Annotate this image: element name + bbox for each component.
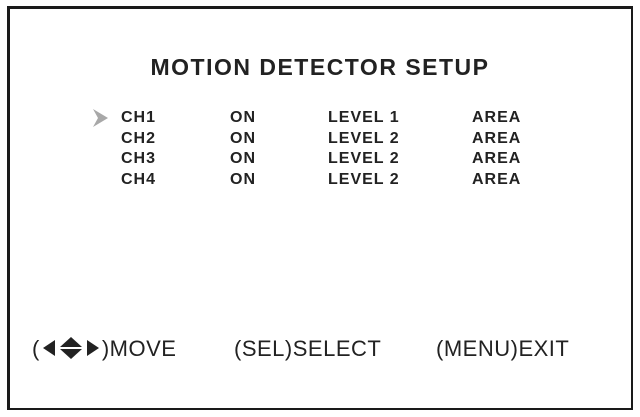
move-hint-close-paren: ) xyxy=(101,336,110,361)
page-title: MOTION DETECTOR SETUP xyxy=(150,54,490,80)
channel-label: CH4 xyxy=(121,170,157,188)
select-hint: (SEL)SELECT xyxy=(234,334,381,364)
channel-label: CH3 xyxy=(121,150,157,167)
sensitivity-level-value[interactable]: LEVEL 2 xyxy=(328,129,400,149)
select-key-label: (SEL) xyxy=(234,336,293,361)
motion-state-value[interactable]: ON xyxy=(230,108,256,128)
channel-row-ch2[interactable]: CH2 ON LEVEL 2 AREA xyxy=(0,129,640,150)
channel-list: CH1 ON LEVEL 1 AREA CH2 ON LEVEL 2 AREA … xyxy=(0,108,640,190)
channel-label: CH1 xyxy=(121,109,157,126)
area-setting[interactable]: AREA xyxy=(472,108,521,128)
channel-row-ch3[interactable]: CH3 ON LEVEL 2 AREA xyxy=(0,149,640,170)
area-setting[interactable]: AREA xyxy=(472,149,521,169)
channel-label: CH2 xyxy=(121,129,157,147)
exit-hint: (MENU)EXIT xyxy=(436,334,569,364)
sensitivity-level-value[interactable]: LEVEL 1 xyxy=(328,108,400,128)
sensitivity-level-value[interactable]: LEVEL 2 xyxy=(328,170,400,190)
exit-hint-label: EXIT xyxy=(518,336,570,361)
sensitivity-level-value[interactable]: LEVEL 2 xyxy=(328,149,400,169)
motion-state-value[interactable]: ON xyxy=(230,170,256,190)
move-hint: ( )MOVE xyxy=(32,334,176,364)
area-setting[interactable]: AREA xyxy=(472,129,521,149)
select-hint-label: SELECT xyxy=(292,336,382,361)
area-setting[interactable]: AREA xyxy=(472,170,521,190)
selection-cursor-icon xyxy=(93,109,108,127)
move-hint-open-paren: ( xyxy=(32,336,40,361)
motion-state-value[interactable]: ON xyxy=(230,149,256,169)
osd-screen: MOTION DETECTOR SETUP CH1 ON LEVEL 1 ARE… xyxy=(0,0,640,417)
channel-row-ch4[interactable]: CH4 ON LEVEL 2 AREA xyxy=(0,170,640,191)
move-hint-label: MOVE xyxy=(109,336,177,361)
key-hints-bar: ( )MOVE (SEL)SELECT (MENU)EXIT xyxy=(0,334,640,364)
channel-row-ch1[interactable]: CH1 ON LEVEL 1 AREA xyxy=(0,108,640,129)
four-way-arrows-icon xyxy=(42,337,99,360)
menu-key-label: (MENU) xyxy=(436,336,519,361)
motion-state-value[interactable]: ON xyxy=(230,129,256,149)
